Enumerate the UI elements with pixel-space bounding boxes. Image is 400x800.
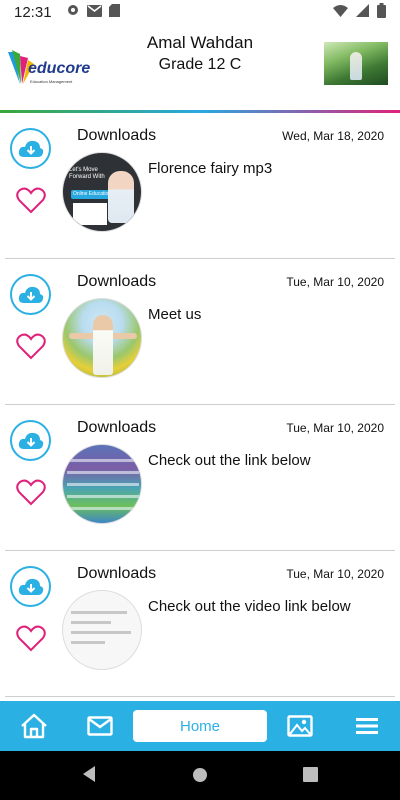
post-category: Downloads [77,565,157,582]
logo-tagline: Education Management [30,79,73,84]
battery-icon [377,2,386,22]
recents-icon[interactable] [303,767,318,787]
bottom-nav: Home [0,701,400,751]
thumb-text: Online Education [71,190,113,199]
signal-icon [356,3,369,21]
cloud-download-icon [18,140,43,157]
post-title: Florence fairy mp3 [148,160,273,177]
nav-home-button[interactable]: Home [133,710,267,742]
post-date: Tue, Mar 10, 2020 [286,275,384,289]
post-card[interactable]: Downloads Wed, Mar 18, 2020 Let's Move F… [0,113,400,259]
post-divider [5,696,395,697]
heart-icon [16,625,46,652]
wifi-icon [333,4,348,21]
profile-photo[interactable] [324,42,388,85]
heart-icon [16,479,46,506]
download-button[interactable] [10,274,51,315]
sd-card-icon [108,3,120,21]
gallery-icon [287,715,313,737]
status-bar: 12:31 [0,0,400,24]
nav-gallery-button[interactable] [285,711,315,741]
system-nav-bar [0,751,400,800]
home-circle-icon[interactable] [192,767,208,788]
download-button[interactable] [10,420,51,461]
post-title: Check out the link below [148,452,311,469]
post-date: Wed, Mar 18, 2020 [282,129,384,143]
post-title: Meet us [148,306,202,323]
gmail-icon [86,4,102,21]
app-header: educore Education Management Amal Wahdan… [0,24,400,111]
thumb-text: Forward With [69,174,105,180]
heart-icon [16,187,46,214]
post-card[interactable]: Downloads Tue, Mar 10, 2020 Check out th… [0,405,400,551]
post-thumbnail[interactable] [62,590,142,670]
download-button[interactable] [10,128,51,169]
post-date: Tue, Mar 10, 2020 [286,567,384,581]
mail-icon [87,716,113,736]
post-category: Downloads [77,127,157,144]
post-feed[interactable]: Downloads Wed, Mar 18, 2020 Let's Move F… [0,113,400,701]
cloud-download-icon [18,578,43,595]
nav-menu-button[interactable] [352,711,382,741]
post-thumbnail[interactable] [62,444,142,524]
nav-home-icon-button[interactable] [19,711,49,741]
thumb-text: Let's Move [69,167,98,173]
post-category: Downloads [77,273,157,290]
download-button[interactable] [10,566,51,607]
cloud-download-icon [18,432,43,449]
back-icon[interactable] [81,765,97,788]
nav-messages-button[interactable] [85,711,115,741]
post-date: Tue, Mar 10, 2020 [286,421,384,435]
gear-icon [66,3,80,21]
heart-icon [16,333,46,360]
cloud-download-icon [18,286,43,303]
post-card[interactable]: Downloads Tue, Mar 10, 2020 Check out th… [0,551,400,697]
like-button[interactable] [16,624,46,652]
post-title: Check out the video link below [148,598,351,615]
post-card[interactable]: Downloads Tue, Mar 10, 2020 Meet us [0,259,400,405]
home-icon [21,713,47,739]
post-category: Downloads [77,419,157,436]
like-button[interactable] [16,186,46,214]
post-thumbnail[interactable]: Let's Move Forward With Online Education [62,152,142,232]
post-thumbnail[interactable] [62,298,142,378]
like-button[interactable] [16,478,46,506]
like-button[interactable] [16,332,46,360]
menu-icon [356,718,378,734]
status-time: 12:31 [14,3,52,21]
